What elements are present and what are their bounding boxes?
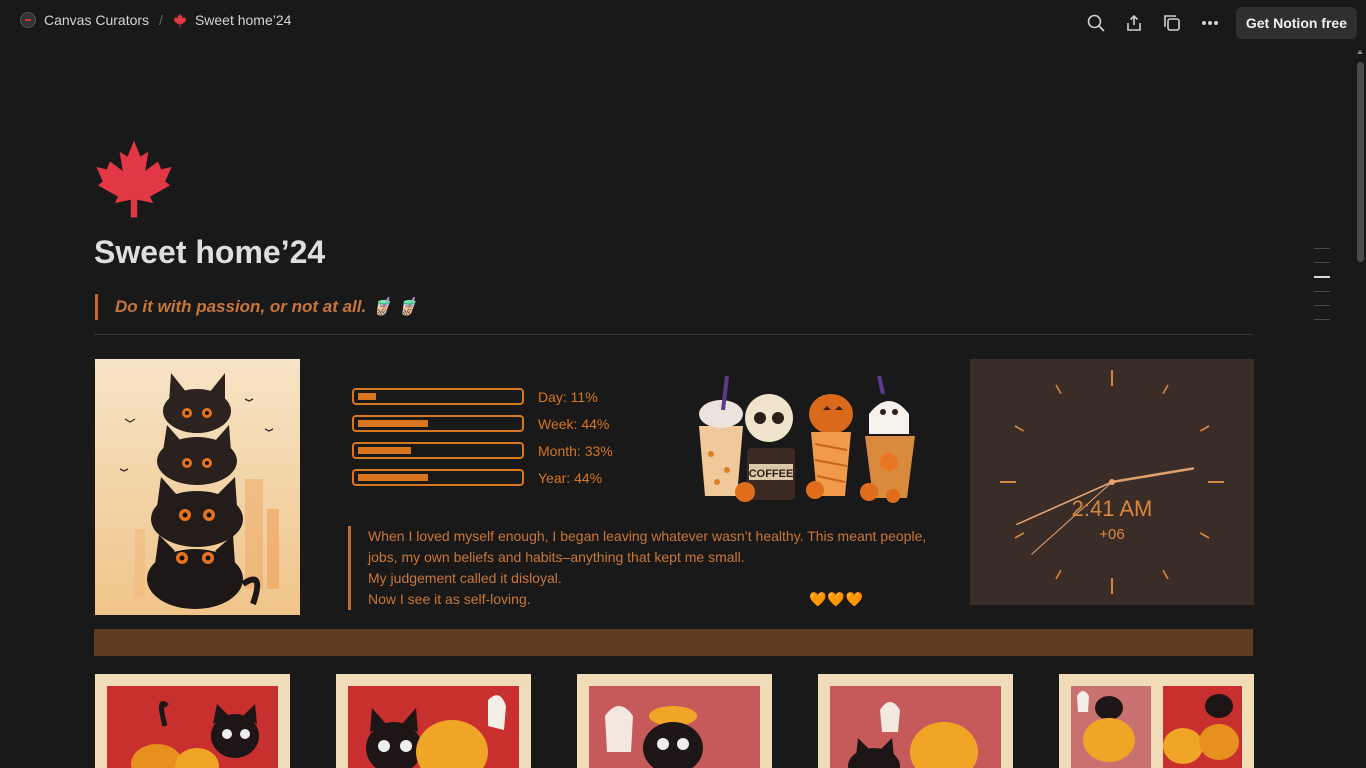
analog-clock-face (1000, 370, 1224, 594)
get-notion-free-button[interactable]: Get Notion free (1235, 7, 1357, 39)
clock-time: 2:41 AM (1071, 496, 1153, 521)
gallery-card[interactable] (336, 674, 531, 768)
progress-fill (358, 393, 376, 400)
clock-tick (1055, 384, 1062, 395)
pumpkin-collage-image (1071, 686, 1242, 768)
clock-center-pin (1109, 479, 1115, 485)
progress-row-month: Month: 33% (352, 437, 613, 464)
share-icon[interactable] (1122, 11, 1146, 35)
scrollbar-thumb[interactable] (1357, 62, 1364, 262)
stacked-cats-image[interactable] (95, 359, 300, 615)
reflection-line: When I loved myself enough, I began leav… (368, 528, 927, 565)
progress-fill (358, 447, 411, 454)
clock-tick (1199, 425, 1210, 432)
clock-tick (1162, 569, 1169, 580)
gallery-card[interactable] (1059, 674, 1254, 768)
more-icon[interactable] (1198, 11, 1222, 35)
outline-tick[interactable] (1314, 291, 1330, 292)
progress-bar (352, 388, 524, 405)
clock-tick (1162, 384, 1169, 395)
scroll-up-arrow-icon[interactable] (1357, 50, 1363, 54)
breadcrumb-page[interactable]: Sweet home’24 (195, 12, 292, 28)
progress-row-day: Day: 11% (352, 383, 613, 410)
cat-pumpkin-image (107, 686, 278, 768)
reflection-line: My judgement called it disloyal. (368, 570, 562, 586)
page-title[interactable]: Sweet home’24 (94, 234, 325, 271)
halloween-coffee-image[interactable]: COFFEE (693, 374, 923, 508)
search-icon[interactable] (1084, 11, 1108, 35)
progress-bar (352, 415, 524, 432)
ghost-pumpkin-cat-image (830, 686, 1001, 768)
progress-label: Day: 11% (538, 388, 598, 405)
maple-leaf-icon (173, 13, 187, 27)
progress-bar (352, 469, 524, 486)
outline-tick[interactable] (1314, 305, 1330, 306)
topbar-actions: Get Notion free (1084, 7, 1366, 39)
clock-tick (1055, 569, 1062, 580)
page-quote[interactable]: Do it with passion, or not at all. 🧋 🧋 (95, 294, 418, 320)
breadcrumb-separator: / (159, 12, 163, 28)
progress-label: Year: 44% (538, 469, 603, 486)
progress-bars: Day: 11% Week: 44% Month: 33% Year: 44% (352, 383, 613, 491)
breadcrumb: Canvas Curators / Sweet home’24 (20, 12, 291, 28)
outline-tick[interactable] (1314, 248, 1330, 249)
progress-row-week: Week: 44% (352, 410, 613, 437)
svg-text:COFFEE: COFFEE (749, 468, 794, 480)
progress-fill (358, 420, 428, 427)
divider (94, 334, 1253, 335)
outline-tick[interactable] (1314, 262, 1330, 263)
gallery-card[interactable] (95, 674, 290, 768)
progress-bar (352, 442, 524, 459)
gallery-card[interactable] (818, 674, 1013, 768)
hearts-emoji: 🧡🧡🧡 (809, 591, 865, 607)
divider-banner (94, 629, 1253, 656)
workspace-icon (20, 12, 36, 28)
clock-tick (1014, 425, 1025, 432)
outline-tick-active[interactable] (1314, 276, 1330, 278)
clock-timezone: +06 (1099, 526, 1125, 543)
gallery-card[interactable] (577, 674, 772, 768)
duplicate-icon[interactable] (1160, 11, 1184, 35)
outline-indicator[interactable] (1314, 248, 1332, 333)
maple-leaf-page-icon[interactable] (94, 138, 174, 220)
progress-row-year: Year: 44% (352, 464, 613, 491)
progress-label: Month: 33% (538, 442, 613, 459)
outline-tick[interactable] (1314, 319, 1330, 320)
ghost-cat-pumpkin-image (589, 686, 760, 768)
progress-fill (358, 474, 428, 481)
clock-hour-hand (1110, 467, 1195, 484)
top-bar: Canvas Curators / Sweet home’24 Get Noti… (0, 0, 1366, 44)
progress-label: Week: 44% (538, 415, 610, 432)
clock-widget[interactable]: 2:41 AM +06 (970, 359, 1254, 605)
cat-pumpkin-ghost-image (348, 686, 519, 768)
breadcrumb-workspace[interactable]: Canvas Curators (44, 12, 149, 28)
